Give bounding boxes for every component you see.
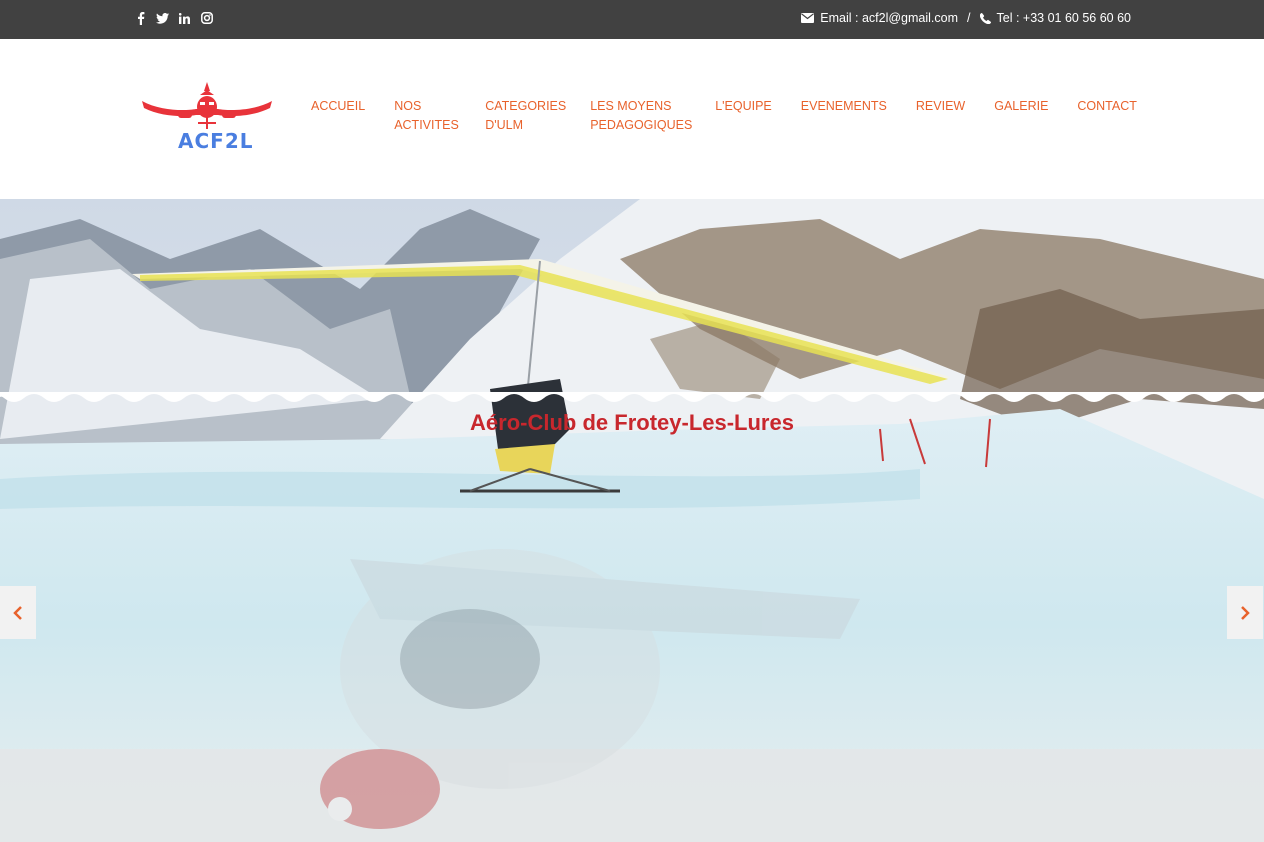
- facebook-icon[interactable]: [134, 10, 147, 26]
- logo[interactable]: ACF2L: [140, 81, 274, 153]
- nav-nos-activites[interactable]: NOS ACTIVITES: [394, 97, 459, 135]
- contact-info: Email : acf2l@gmail.com / Tel : +33 01 6…: [801, 11, 1131, 25]
- nav-review[interactable]: REVIEW: [916, 97, 965, 135]
- phone-icon: [979, 12, 991, 24]
- nav-equipe[interactable]: L'EQUIPE: [715, 97, 772, 135]
- email-text[interactable]: Email : acf2l@gmail.com: [820, 11, 958, 25]
- slider-next-button[interactable]: [1227, 586, 1263, 639]
- nav-categories-ulm[interactable]: CATEGORIES D'ULM: [485, 97, 566, 135]
- instagram-icon[interactable]: [200, 10, 213, 26]
- hero-slider: Aéro-Club de Frotey-Les-Lures: [0, 199, 1264, 842]
- nav-contact[interactable]: CONTACT: [1077, 97, 1137, 135]
- separator: /: [967, 11, 971, 25]
- wave-divider: [0, 392, 1264, 402]
- hero-background-image: [0, 199, 1264, 842]
- chevron-left-icon: [13, 605, 22, 620]
- chevron-right-icon: [1241, 605, 1250, 620]
- twitter-icon[interactable]: [156, 10, 169, 26]
- slider-prev-button[interactable]: [0, 586, 36, 639]
- linkedin-icon[interactable]: [178, 10, 191, 26]
- nav-galerie[interactable]: GALERIE: [994, 97, 1048, 135]
- airplane-logo-icon: [142, 82, 272, 129]
- main-nav: ACCUEIL NOS ACTIVITES CATEGORIES D'ULM L…: [311, 97, 1166, 135]
- hero-title: Aéro-Club de Frotey-Les-Lures: [470, 410, 794, 435]
- social-links: [134, 10, 213, 26]
- envelope-icon: [801, 13, 815, 23]
- top-bar: Email : acf2l@gmail.com / Tel : +33 01 6…: [0, 0, 1264, 39]
- nav-moyens-pedagogiques[interactable]: LES MOYENS PEDAGOGIQUES: [590, 97, 692, 135]
- nav-accueil[interactable]: ACCUEIL: [311, 97, 365, 135]
- site-header: ACF2L ACCUEIL NOS ACTIVITES CATEGORIES D…: [0, 39, 1264, 199]
- nav-evenements[interactable]: EVENEMENTS: [801, 97, 887, 135]
- logo-text: ACF2L: [178, 129, 254, 153]
- phone-text[interactable]: Tel : +33 01 60 56 60 60: [997, 11, 1132, 25]
